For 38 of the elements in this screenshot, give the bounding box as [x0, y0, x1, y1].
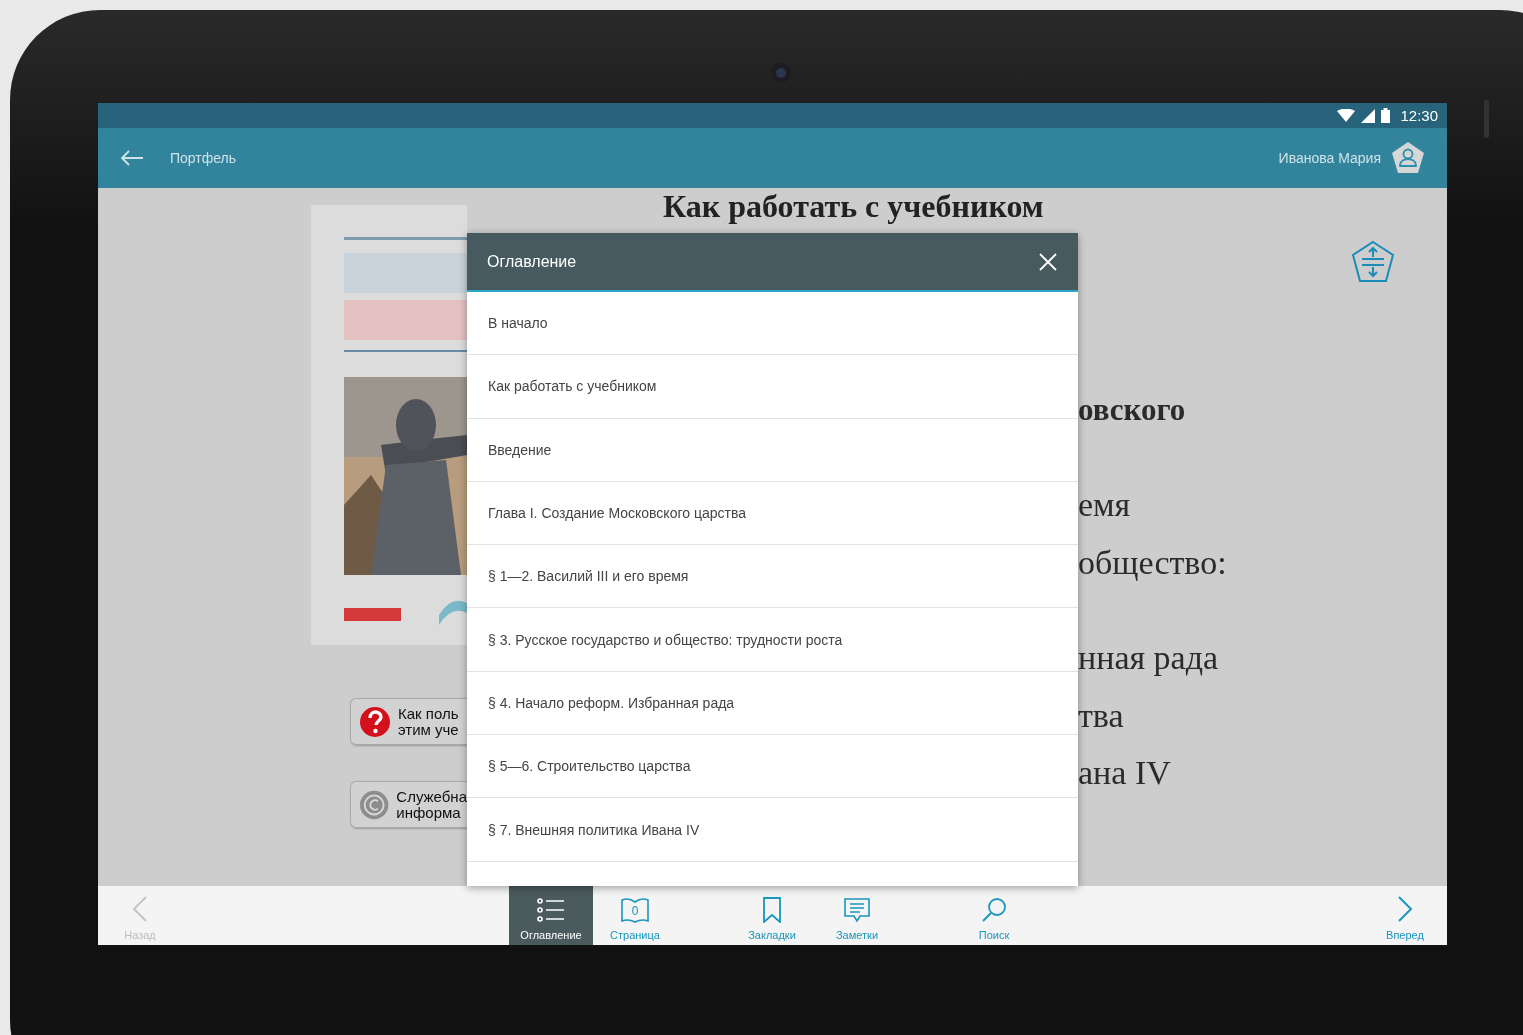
bookmark-icon	[762, 897, 782, 923]
contents-item[interactable]: Как работать с учебником	[467, 355, 1078, 419]
contents-item[interactable]: § 4. Начало реформ. Избранная рада	[467, 671, 1078, 736]
note-icon	[843, 897, 871, 923]
user-name: Иванова Мария	[1278, 150, 1381, 166]
page-title: Как работать с учебником	[663, 188, 1044, 225]
contents-item[interactable]: § 7. Внешняя политика Ивана IV	[467, 798, 1078, 862]
toolbar-button[interactable]: Оглавление	[509, 886, 593, 945]
info-button[interactable]: Служебна информа	[350, 781, 467, 828]
heading-fragment: тва	[1078, 696, 1125, 736]
pentagon-arrows-icon[interactable]	[1351, 240, 1395, 284]
heading-fragment: общество:	[1078, 543, 1228, 583]
heading-fragment: ана IV	[1078, 753, 1172, 793]
search-icon	[980, 897, 1008, 923]
contents-item[interactable]: § 3. Русское государство и общество: трудности роста	[467, 608, 1078, 672]
contents-item[interactable]: § 1—2. Василий III и его время	[467, 545, 1078, 609]
signal-icon	[1361, 108, 1376, 123]
wifi-icon	[1337, 109, 1356, 122]
contents-item[interactable]: Глава I. Создание Московского царства	[467, 481, 1078, 546]
contents-item[interactable]: § 5—6. Строительство царства	[467, 735, 1078, 799]
heading-fragment: нная рада	[1078, 638, 1220, 678]
copyright-icon	[359, 788, 390, 821]
close-icon[interactable]	[1038, 251, 1058, 272]
chevron-left-icon	[131, 895, 149, 923]
help-button[interactable]: Как поль этим уче	[350, 698, 467, 745]
user-avatar-icon[interactable]	[1391, 141, 1425, 175]
contents-item[interactable]: В начало	[467, 292, 1078, 356]
list-icon	[537, 897, 565, 923]
heading-fragment: овского	[1078, 391, 1187, 429]
heading-fragment: емя	[1078, 485, 1132, 525]
page-icon: 0	[620, 897, 650, 923]
contents-item[interactable]: Введение	[467, 418, 1078, 482]
chevron-right-icon	[1396, 895, 1414, 923]
question-icon	[359, 705, 391, 738]
back-arrow-icon	[120, 150, 144, 166]
battery-icon	[1381, 108, 1391, 123]
clock-time: 12:30	[1400, 107, 1438, 124]
dialog-title: Оглавление	[487, 252, 577, 271]
